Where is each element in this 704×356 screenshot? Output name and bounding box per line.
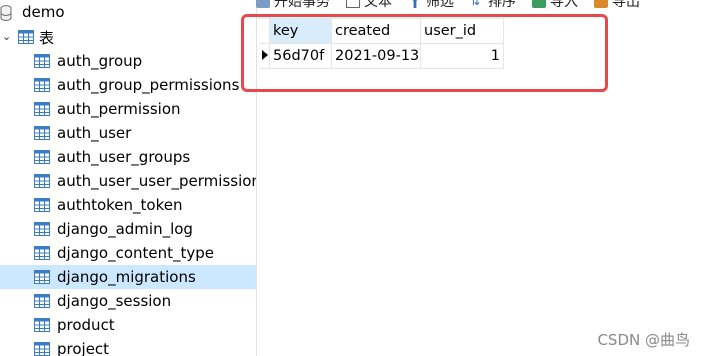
filter-icon: [408, 0, 422, 8]
column-header-user-id[interactable]: user_id: [420, 18, 504, 44]
table-label: authtoken_token: [57, 196, 183, 214]
current-row-indicator: [259, 43, 270, 69]
import-icon: [532, 0, 546, 8]
table-label: auth_user_user_permissions: [57, 172, 257, 190]
table-icon: [34, 54, 50, 68]
tables-group-icon: [18, 30, 34, 44]
table-icon: [34, 198, 50, 212]
table-icon: [34, 150, 50, 164]
sort-button[interactable]: ⇅ 排序: [470, 0, 516, 11]
transaction-icon: [256, 0, 270, 8]
export-button[interactable]: 导出: [594, 0, 640, 11]
table-label: auth_permission: [57, 100, 181, 118]
tree-item-table[interactable]: project: [0, 337, 256, 356]
tree-item-table[interactable]: django_content_type: [0, 241, 256, 265]
text-button[interactable]: 文本: [346, 0, 392, 11]
table-icon: [34, 318, 50, 332]
tree-item-table[interactable]: auth_permission: [0, 97, 256, 121]
table-label: auth_user: [57, 124, 132, 142]
table-label: auth_group: [57, 52, 143, 70]
table-icon: [34, 342, 50, 356]
table-icon: [34, 294, 50, 308]
text-icon: [346, 0, 360, 8]
table-label: auth_user_groups: [57, 148, 191, 166]
table-icon: [34, 270, 50, 284]
tree-item-tables-group[interactable]: ⌄ 表: [0, 25, 256, 49]
data-grid: key created user_id 56d70f 2021-09-13 1: [256, 18, 704, 356]
table-icon: [34, 246, 50, 260]
tree-item-table[interactable]: django_session: [0, 289, 256, 313]
cell-key[interactable]: 56d70f: [269, 43, 332, 69]
row-header-corner: [259, 18, 270, 44]
export-icon: [594, 0, 608, 8]
table-icon: [34, 174, 50, 188]
tree-item-table[interactable]: auth_group: [0, 49, 256, 73]
database-icon: [0, 5, 12, 21]
table-label: product: [57, 316, 115, 334]
table-icon: [34, 78, 50, 92]
begin-transaction-button[interactable]: 开始事务: [256, 0, 330, 11]
table-label: django_session: [57, 292, 172, 310]
import-button[interactable]: 导入: [532, 0, 578, 11]
navigation-tree: demo ⌄ 表 auth_group auth_group_permission…: [0, 0, 257, 356]
tables-group-label: 表: [39, 29, 55, 47]
row-pointer-icon: [262, 50, 268, 60]
table-icon: [34, 222, 50, 236]
tree-item-table[interactable]: django_admin_log: [0, 217, 256, 241]
sort-icon: ⇅: [470, 0, 481, 8]
tree-item-table[interactable]: django_migrations: [0, 265, 256, 289]
table-icon: [34, 102, 50, 116]
tree-item-table[interactable]: auth_user_groups: [0, 145, 256, 169]
table-icon: [34, 126, 50, 140]
header-row: key created user_id: [259, 18, 504, 44]
filter-button[interactable]: 筛选: [408, 0, 454, 11]
column-header-key[interactable]: key: [269, 18, 332, 44]
table-label: django_admin_log: [57, 220, 193, 238]
tree-item-table[interactable]: authtoken_token: [0, 193, 256, 217]
result-table: key created user_id 56d70f 2021-09-13 1: [259, 18, 504, 69]
watermark: CSDN @曲鸟: [597, 331, 690, 349]
toolbar: 开始事务 文本 筛选 ⇅ 排序 导入 导出: [256, 0, 704, 12]
database-label: demo: [22, 3, 65, 21]
cell-user-id[interactable]: 1: [420, 43, 504, 69]
table-row[interactable]: 56d70f 2021-09-13 1: [259, 43, 504, 69]
cell-created[interactable]: 2021-09-13: [331, 43, 421, 69]
tree-item-database[interactable]: demo: [0, 1, 256, 25]
tree-item-table[interactable]: product: [0, 313, 256, 337]
tree-item-table[interactable]: auth_group_permissions: [0, 73, 256, 97]
table-label: auth_group_permissions: [57, 76, 240, 94]
table-label: django_content_type: [57, 244, 215, 262]
tree-item-table[interactable]: auth_user: [0, 121, 256, 145]
tree-item-table[interactable]: auth_user_user_permissions: [0, 169, 256, 193]
column-header-created[interactable]: created: [331, 18, 421, 44]
table-label: django_migrations: [57, 268, 196, 286]
chevron-down-icon[interactable]: ⌄: [2, 31, 12, 42]
table-label: project: [57, 340, 110, 356]
